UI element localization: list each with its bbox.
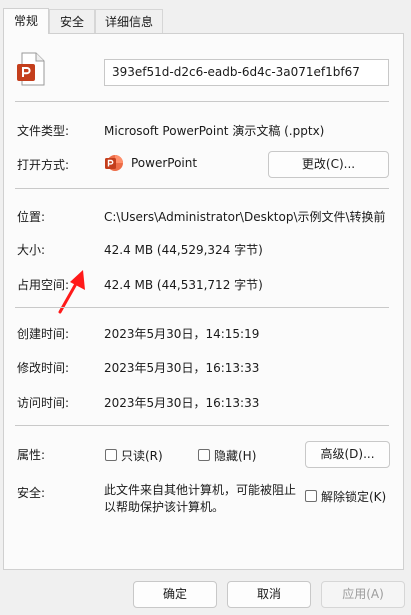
powerpoint-file-icon — [16, 52, 46, 86]
accessed-label: 访问时间: — [17, 396, 70, 410]
open-with-app-name: PowerPoint — [131, 156, 198, 170]
cancel-button[interactable]: 取消 — [227, 581, 311, 608]
created-value: 2023年5月30日，14:15:19 — [104, 327, 260, 341]
size-value: 42.4 MB (44,529,324 字节) — [104, 243, 263, 257]
location-label: 位置: — [17, 210, 46, 224]
hidden-label[interactable]: 隐藏(H) — [214, 447, 256, 464]
security-message: 此文件来自其他计算机，可能被阻止以帮助保护该计算机。 — [104, 483, 297, 514]
attributes-label: 属性: — [17, 448, 46, 462]
file-type-label: 文件类型: — [17, 124, 70, 138]
size-on-disk-value: 42.4 MB (44,531,712 字节) — [104, 278, 263, 292]
change-button[interactable]: 更改(C)... — [268, 151, 389, 178]
modified-value: 2023年5月30日，16:13:33 — [104, 361, 260, 375]
size-label: 大小: — [17, 243, 46, 257]
unblock-label[interactable]: 解除锁定(K) — [321, 488, 386, 505]
unblock-checkbox[interactable] — [305, 490, 317, 502]
readonly-label[interactable]: 只读(R) — [121, 447, 163, 464]
separator — [15, 307, 389, 308]
powerpoint-app-icon — [104, 153, 124, 173]
advanced-button[interactable]: 高级(D)... — [305, 441, 390, 468]
file-name-input[interactable]: 393ef51d-d2c6-eadb-6d4c-3a071ef1bf67 — [104, 59, 389, 86]
file-type-value: Microsoft PowerPoint 演示文稿 (.pptx) — [104, 124, 325, 138]
security-label: 安全: — [17, 486, 46, 500]
readonly-checkbox[interactable] — [105, 449, 117, 461]
accessed-value: 2023年5月30日，16:13:33 — [104, 396, 260, 410]
tab-details[interactable]: 详细信息 — [95, 9, 163, 33]
ok-button[interactable]: 确定 — [133, 581, 217, 608]
open-with-label: 打开方式: — [17, 158, 70, 172]
separator — [15, 188, 389, 189]
tab-general[interactable]: 常规 — [3, 8, 49, 34]
hidden-checkbox[interactable] — [198, 449, 210, 461]
tab-security[interactable]: 安全 — [49, 9, 95, 33]
red-arrow-annotation — [52, 268, 88, 316]
modified-label: 修改时间: — [17, 361, 70, 375]
apply-button[interactable]: 应用(A) — [321, 581, 405, 608]
separator — [15, 425, 389, 426]
created-label: 创建时间: — [17, 327, 70, 341]
location-value: C:\Users\Administrator\Desktop\示例文件\转换前 — [104, 210, 386, 224]
separator — [15, 101, 389, 102]
